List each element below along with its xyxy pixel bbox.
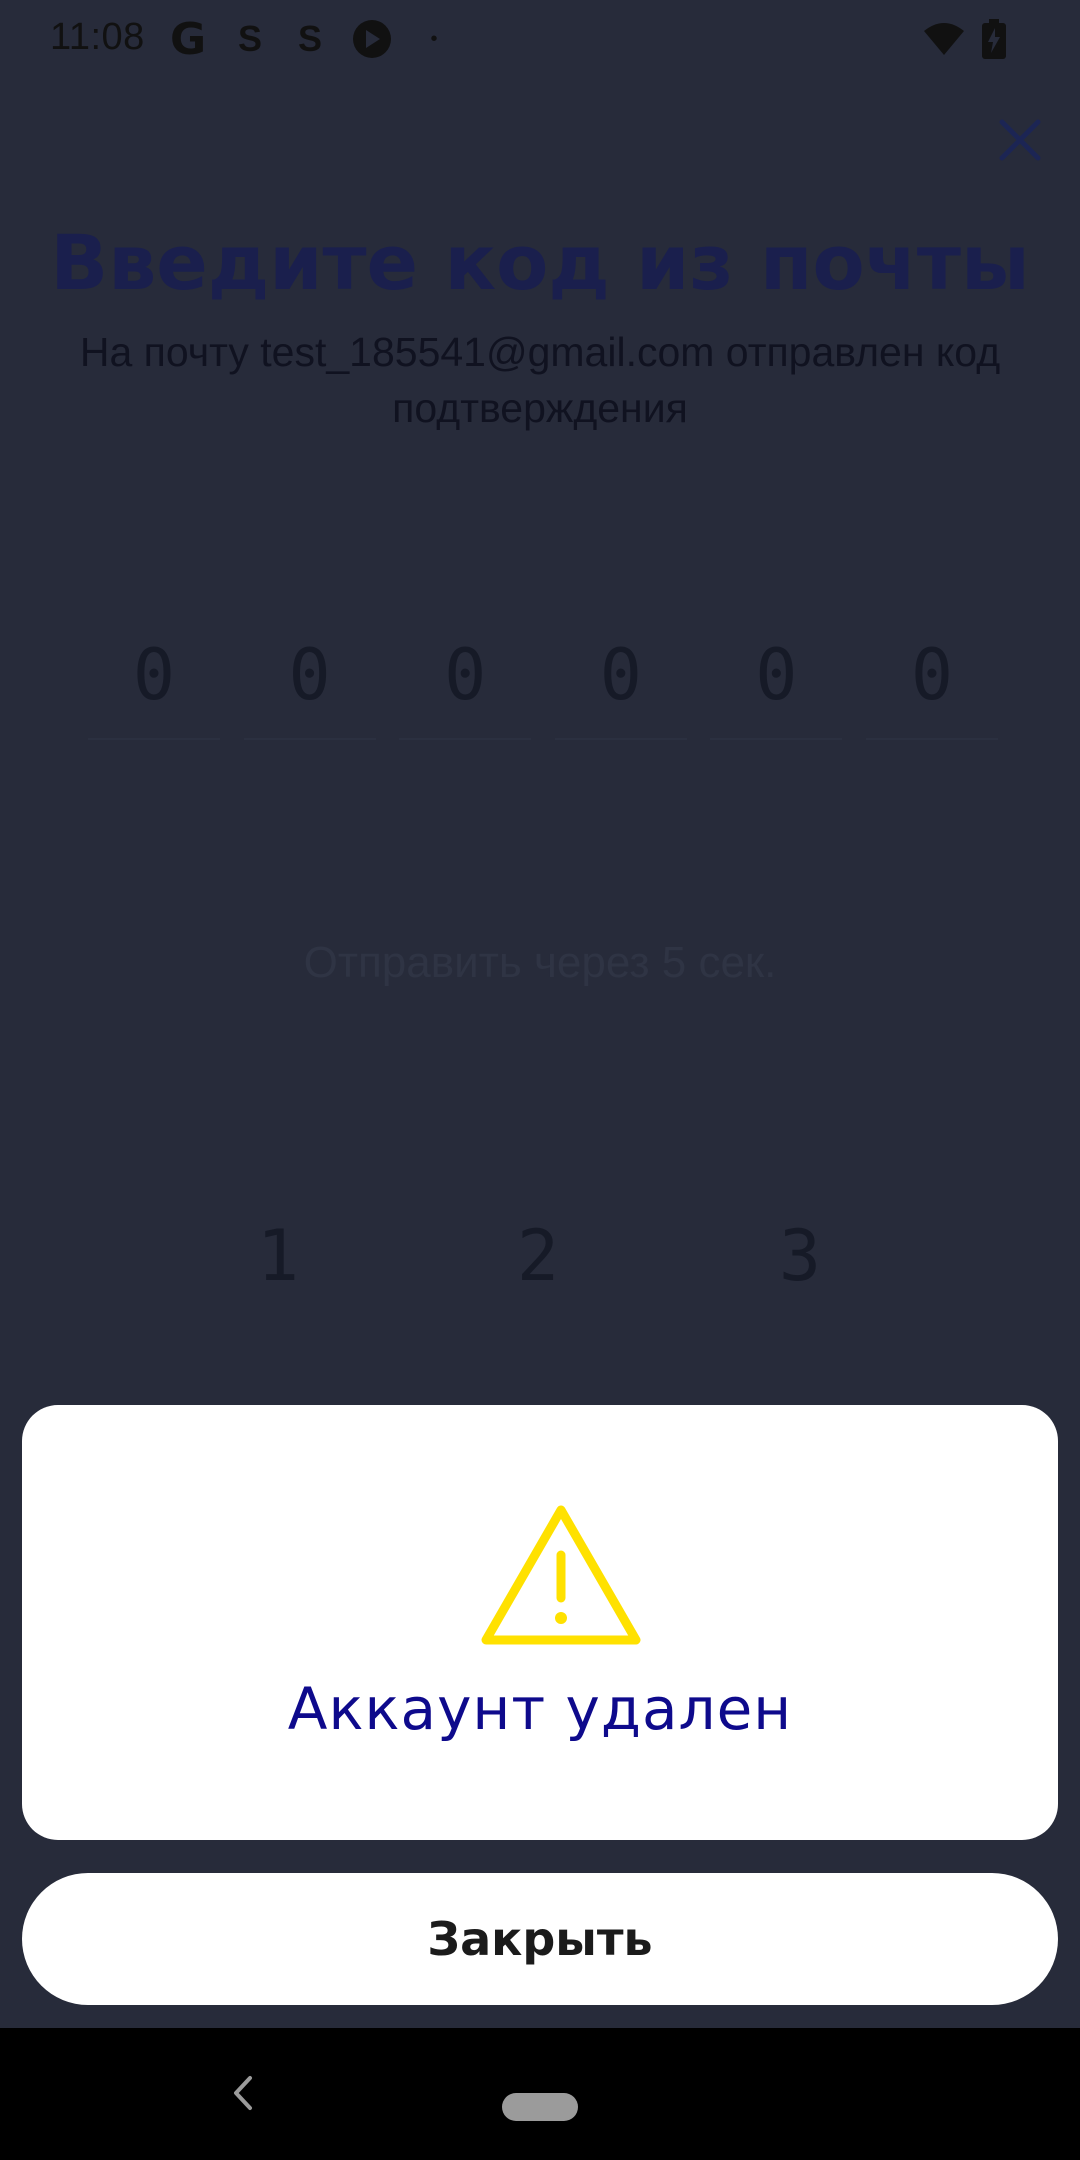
code-input[interactable]: 0 0 0 0 0 0 bbox=[88, 630, 998, 740]
wifi-icon bbox=[922, 18, 966, 60]
dot-icon: • bbox=[430, 27, 438, 50]
status-bar: 11:08 G S S • bbox=[0, 0, 1080, 76]
notification-s-icon: S bbox=[237, 18, 262, 59]
keypad-key-1[interactable]: 1 bbox=[228, 1215, 328, 1297]
keypad: 1 2 3 bbox=[0, 1215, 1080, 1305]
code-digit[interactable]: 0 bbox=[88, 630, 220, 740]
code-digit[interactable]: 0 bbox=[865, 630, 998, 740]
app-icon bbox=[350, 18, 394, 60]
resend-timer: Отправить через 5 сек. bbox=[303, 938, 777, 987]
code-digit[interactable]: 0 bbox=[399, 630, 532, 740]
code-digit[interactable]: 0 bbox=[554, 630, 687, 740]
notification-s-icon: S bbox=[297, 18, 322, 59]
home-pill[interactable] bbox=[502, 2093, 578, 2121]
alert-title: Аккаунт удален bbox=[287, 1675, 793, 1743]
status-time: 11:08 bbox=[50, 16, 145, 58]
page-subtitle: На почту test_185541@gmail.com отправлен… bbox=[79, 329, 1001, 431]
keypad-key-3[interactable]: 3 bbox=[750, 1215, 850, 1297]
page-title: Введите код из почты bbox=[50, 218, 1030, 307]
screen: 11:08 G S S • Введите код из почты На по… bbox=[0, 0, 1080, 2160]
warning-icon bbox=[476, 1500, 646, 1650]
code-digit[interactable]: 0 bbox=[710, 630, 843, 740]
back-icon[interactable] bbox=[222, 2068, 262, 2118]
code-digit[interactable]: 0 bbox=[243, 630, 376, 740]
battery-charging-icon bbox=[980, 18, 1008, 60]
close-button[interactable]: Закрыть bbox=[22, 1873, 1058, 2005]
google-icon: G bbox=[169, 13, 207, 65]
keypad-key-2[interactable]: 2 bbox=[488, 1215, 588, 1297]
alert-dialog: Аккаунт удален bbox=[22, 1405, 1058, 1840]
navigation-bar bbox=[0, 2028, 1080, 2160]
close-icon[interactable] bbox=[990, 110, 1050, 170]
